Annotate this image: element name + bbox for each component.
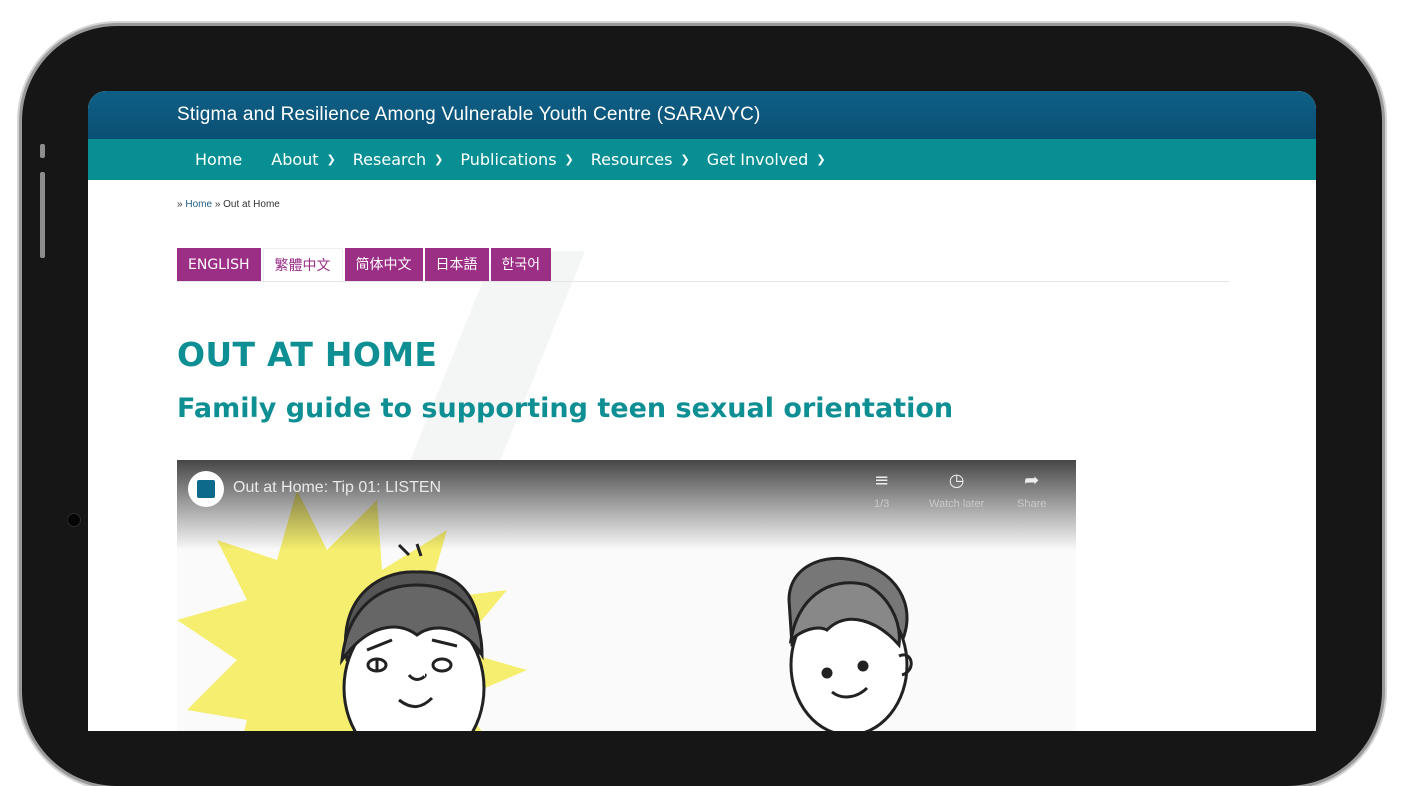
playlist-count: 1/3	[874, 498, 890, 510]
share-arrow-icon: ➦	[1024, 470, 1040, 491]
page-subtitle: Family guide to supporting teen sexual o…	[177, 393, 954, 424]
listening-parent-figure	[787, 557, 913, 731]
chevron-down-icon: ❯	[816, 153, 826, 166]
chevron-down-icon: ❯	[434, 153, 444, 166]
lang-tab-japanese[interactable]: 日本語	[424, 248, 489, 282]
lang-tab-english[interactable]: ENGLISH	[177, 248, 261, 282]
nav-home-label: Home	[195, 150, 243, 169]
nav-get-involved-label: Get Involved	[706, 150, 809, 169]
breadcrumb: » Home » Out at Home	[177, 199, 280, 210]
tablet-camera	[67, 513, 81, 527]
lang-tab-korean[interactable]: 한국어	[490, 248, 552, 282]
language-tabs: ENGLISH 繁體中文 简体中文 日本語 한국어	[177, 248, 553, 283]
lang-tab-traditional-chinese[interactable]: 繁體中文	[262, 248, 343, 283]
nav-research-label: Research	[352, 150, 427, 169]
chevron-down-icon: ❯	[680, 153, 690, 166]
main-nav: Home About ❯ Research ❯ Publications ❯ Reso…	[88, 139, 1316, 180]
nav-about-label: About	[271, 150, 319, 169]
tab-divider	[177, 281, 1229, 282]
site-header: Stigma and Resilience Among Vulnerable Y…	[88, 91, 1316, 139]
nav-resources[interactable]: Resources ❯	[591, 150, 690, 169]
nav-get-involved[interactable]: Get Involved ❯	[707, 150, 826, 169]
nav-publications[interactable]: Publications ❯	[460, 150, 573, 169]
channel-logo-icon[interactable]	[188, 471, 224, 507]
nav-research[interactable]: Research ❯	[353, 150, 444, 169]
breadcrumb-separator: »	[177, 199, 183, 210]
chevron-down-icon: ❯	[564, 153, 574, 166]
nav-about[interactable]: About ❯	[271, 150, 336, 169]
page-title: OUT AT HOME	[177, 335, 438, 374]
nav-home[interactable]: Home	[195, 150, 242, 169]
nav-publications-label: Publications	[460, 150, 557, 169]
site-title[interactable]: Stigma and Resilience Among Vulnerable Y…	[177, 104, 761, 125]
share-label: Share	[1017, 498, 1047, 510]
breadcrumb-home-link[interactable]: Home	[185, 199, 212, 210]
playlist-icon: ≡	[874, 470, 890, 491]
video-player[interactable]: Out at Home: Tip 01: LISTEN ≡ 1/3 ◷ Watc…	[177, 460, 1076, 731]
chevron-down-icon: ❯	[326, 153, 336, 166]
tablet-side-button	[40, 144, 45, 158]
watch-later-label: Watch later	[929, 498, 985, 510]
video-title[interactable]: Out at Home: Tip 01: LISTEN	[233, 479, 441, 497]
tablet-side-button	[40, 172, 45, 258]
playlist-control[interactable]: ≡ 1/3	[874, 470, 889, 511]
watch-later-button[interactable]: ◷ Watch later	[929, 470, 984, 511]
breadcrumb-current: Out at Home	[223, 199, 280, 210]
browser-screen: Stigma and Resilience Among Vulnerable Y…	[88, 91, 1316, 731]
lang-tab-simplified-chinese[interactable]: 简体中文	[344, 248, 423, 282]
share-button[interactable]: ➦ Share	[1017, 470, 1046, 511]
nav-resources-label: Resources	[590, 150, 673, 169]
breadcrumb-separator: »	[214, 199, 221, 210]
clock-icon: ◷	[948, 470, 965, 491]
